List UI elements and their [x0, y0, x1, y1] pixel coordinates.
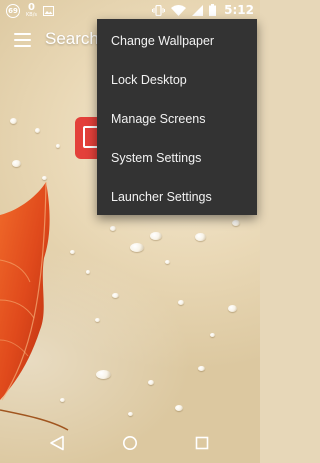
menu-item-manage-screens[interactable]: Manage Screens — [97, 99, 257, 138]
signal-icon — [192, 4, 204, 16]
vibrate-icon — [152, 4, 166, 16]
navigation-bar — [0, 422, 260, 463]
recents-icon — [195, 436, 209, 450]
overflow-menu: Change Wallpaper Lock Desktop Manage Scr… — [97, 19, 257, 215]
notification-count: 69 — [8, 6, 18, 15]
image-icon — [43, 5, 54, 16]
recents-button[interactable] — [191, 432, 213, 454]
speed-unit: KB/s — [26, 12, 37, 18]
menu-item-system-settings[interactable]: System Settings — [97, 138, 257, 177]
battery-icon — [209, 4, 217, 16]
wifi-icon — [171, 4, 187, 16]
home-button[interactable] — [119, 432, 141, 454]
back-icon — [50, 435, 64, 451]
hamburger-menu-icon[interactable] — [14, 33, 31, 47]
menu-item-launcher-settings[interactable]: Launcher Settings — [97, 177, 257, 216]
menu-item-change-wallpaper[interactable]: Change Wallpaper — [97, 21, 257, 60]
menu-item-lock-desktop[interactable]: Lock Desktop — [97, 60, 257, 99]
notification-badge-icon: 69 — [6, 3, 20, 18]
clock: 5:12 — [224, 3, 254, 17]
home-icon — [123, 436, 137, 450]
back-button[interactable] — [46, 432, 68, 454]
network-speed: 0 KB/s — [26, 3, 37, 18]
search-label[interactable]: Search — [45, 29, 99, 49]
